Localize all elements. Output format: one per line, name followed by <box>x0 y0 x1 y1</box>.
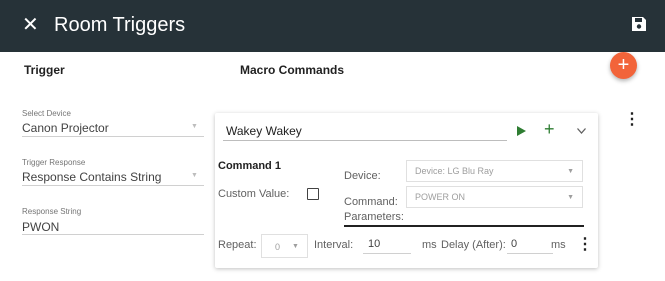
interval-underline <box>363 253 411 254</box>
select-device-value: Canon Projector <box>22 121 109 135</box>
save-icon[interactable] <box>631 16 647 32</box>
add-macro-button[interactable]: + <box>610 52 637 79</box>
chevron-down-icon: ▼ <box>292 243 299 250</box>
chevron-down-icon: ▼ <box>567 168 574 175</box>
response-string-value: PWON <box>22 220 60 234</box>
interval-unit: ms <box>422 239 437 251</box>
repeat-label: Repeat: <box>218 239 257 251</box>
parameters-label: Parameters: <box>344 211 404 223</box>
repeat-select[interactable]: 0 ▼ <box>261 234 308 258</box>
chevron-down-icon: ▼ <box>567 194 574 201</box>
macro-name-value[interactable]: Wakey Wakey <box>226 124 302 138</box>
top-bar: ✕ Room Triggers <box>0 0 665 52</box>
chevron-down-icon: ▼ <box>191 172 198 179</box>
trigger-response-underline <box>22 185 204 186</box>
trigger-response-value: Response Contains String <box>22 170 162 184</box>
delay-unit: ms <box>551 239 566 251</box>
plus-icon: + <box>617 54 630 76</box>
macro-name-underline <box>223 140 507 141</box>
select-device-underline <box>22 136 204 137</box>
command-select[interactable]: POWER ON ▼ <box>406 186 583 208</box>
macro-commands-header: Macro Commands <box>240 63 345 77</box>
custom-value-label: Custom Value: <box>218 188 290 200</box>
device-label: Device: <box>344 170 381 182</box>
trigger-header: Trigger <box>24 63 65 77</box>
chevron-down-icon: ▼ <box>191 123 198 130</box>
response-string-label: Response String <box>22 207 82 216</box>
command-label: Command: <box>344 196 398 208</box>
close-icon[interactable]: ✕ <box>22 13 39 37</box>
select-device-label: Select Device <box>22 109 71 118</box>
command-title: Command 1 <box>218 160 281 172</box>
command-options-icon[interactable]: ⋮ <box>577 237 593 253</box>
interval-label: Interval: <box>314 239 354 251</box>
trigger-response-label: Trigger Response <box>22 158 86 167</box>
page-title: Room Triggers <box>54 14 186 36</box>
chevron-down-icon[interactable] <box>577 128 586 134</box>
command-select-value: POWER ON <box>415 192 466 202</box>
custom-value-checkbox[interactable] <box>307 188 319 200</box>
macro-card: Wakey Wakey + Command 1 Custom Value: De… <box>215 113 598 268</box>
response-string-field[interactable]: Response String PWON <box>22 207 204 235</box>
trigger-response-field[interactable]: Trigger Response Response Contains Strin… <box>22 158 204 186</box>
repeat-value: 0 <box>275 242 281 252</box>
select-device-field[interactable]: Select Device Canon Projector ▼ <box>22 109 204 137</box>
device-select-value: Device: LG Blu Ray <box>415 166 494 176</box>
delay-input[interactable]: 0 <box>511 238 517 250</box>
delay-underline <box>507 253 553 254</box>
delay-label: Delay (After): <box>441 239 506 251</box>
add-command-icon[interactable]: + <box>544 119 555 139</box>
response-string-underline <box>22 234 204 235</box>
play-icon[interactable] <box>517 126 526 136</box>
macro-options-icon[interactable]: ⋮ <box>624 112 640 128</box>
interval-input[interactable]: 10 <box>368 238 380 250</box>
device-select[interactable]: Device: LG Blu Ray ▼ <box>406 160 583 182</box>
parameters-input-underline[interactable] <box>344 225 584 227</box>
